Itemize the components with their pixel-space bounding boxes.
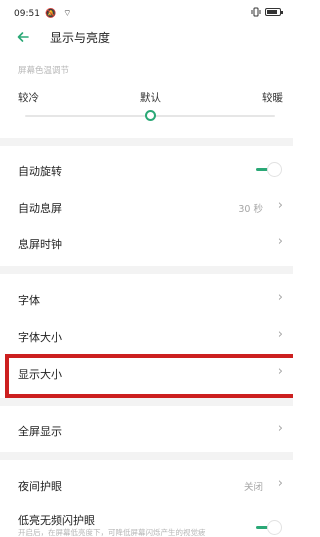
night-mode-value: 关闭 [243, 482, 263, 493]
dc-dimming-note: 开启后，在屏幕低亮度下，可降低屏幕闪烁产生的视觉疲 [18, 528, 206, 537]
screen-timeout-value: 30 秒 [238, 204, 263, 215]
night-mode-label: 夜间护眼 [18, 480, 62, 493]
auto-rotate-toggle[interactable] [256, 162, 282, 177]
status-right-icons [251, 7, 283, 17]
page-title: 显示与亮度 [50, 31, 111, 45]
screen-timeout-label: 自动息屏 [18, 202, 62, 215]
title-bar: 显示与亮度 [0, 26, 293, 48]
chevron-right-icon: › [277, 198, 283, 213]
screen-timeout-row[interactable]: 自动息屏 30 秒 › [0, 189, 293, 225]
font-size-label: 字体大小 [18, 331, 62, 344]
status-bar: 09:51 🔕 ⌔ [0, 0, 293, 26]
fullscreen-label: 全屏显示 [18, 425, 62, 438]
slider-thumb[interactable] [144, 110, 156, 121]
dc-dimming-label: 低亮无频闪护眼 [18, 514, 95, 527]
section-divider [0, 266, 293, 274]
color-temp-labels: 较冷 默认 较暖 [18, 90, 283, 104]
font-label: 字体 [18, 294, 40, 307]
lock-clock-row[interactable]: 息屏时钟 › [0, 225, 293, 261]
chevron-right-icon: › [277, 290, 283, 305]
auto-rotate-label: 自动旋转 [18, 165, 62, 178]
chevron-right-icon: › [277, 327, 283, 342]
chevron-right-icon: › [277, 234, 283, 249]
notification-icons: 🔕 ⌔ [45, 9, 74, 19]
chevron-right-icon: › [277, 421, 283, 436]
section-divider [0, 398, 293, 406]
color-temp-section-label: 屏幕色温调节 [18, 66, 70, 76]
dc-dimming-toggle[interactable] [256, 520, 282, 535]
color-temp-slider[interactable] [25, 108, 275, 124]
font-size-row[interactable]: 字体大小 › [0, 318, 293, 354]
vibrate-icon [251, 7, 261, 17]
chevron-right-icon: › [277, 476, 283, 491]
status-time: 09:51 [14, 9, 40, 19]
lock-clock-label: 息屏时钟 [18, 238, 62, 251]
font-row[interactable]: 字体 › [0, 281, 293, 317]
auto-rotate-row[interactable]: 自动旋转 [0, 152, 293, 188]
cooler-label: 较冷 [18, 92, 39, 104]
fullscreen-row[interactable]: 全屏显示 › [0, 412, 293, 448]
section-divider [0, 138, 293, 146]
arrow-left-icon[interactable] [16, 27, 30, 48]
default-label: 默认 [140, 92, 161, 104]
highlight-box [5, 354, 293, 398]
warmer-label: 较暖 [262, 92, 283, 104]
battery-icon [265, 8, 283, 16]
section-divider [0, 452, 293, 460]
night-mode-row[interactable]: 夜间护眼 关闭 › [0, 467, 293, 503]
